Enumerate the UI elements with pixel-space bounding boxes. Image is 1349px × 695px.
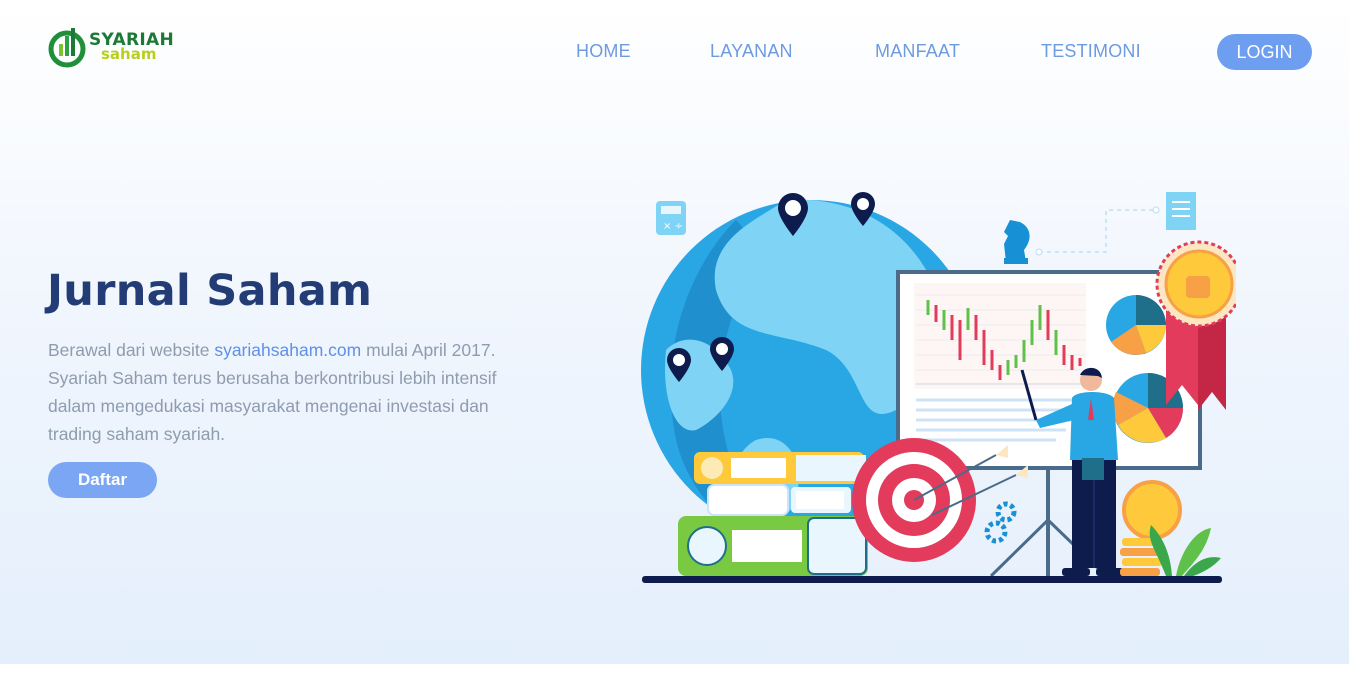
calculator-icon: × ÷ — [656, 201, 686, 235]
hero-section: SYARIAH saham HOME LAYANAN MANFAAT TESTI… — [0, 0, 1349, 664]
chess-knight-icon — [1004, 220, 1030, 264]
login-button[interactable]: LOGIN — [1217, 34, 1312, 70]
logo-word-saham: saham — [101, 45, 157, 63]
nav-testimoni[interactable]: TESTIMONI — [1041, 41, 1141, 62]
svg-text:× ÷: × ÷ — [663, 221, 683, 232]
nav-home[interactable]: HOME — [576, 41, 631, 62]
website-link[interactable]: syariahsaham.com — [214, 340, 361, 360]
logo-mark-icon — [48, 28, 86, 68]
hero-description: Berawal dari website syariahsaham.com mu… — [48, 336, 538, 448]
desc-text-before: Berawal dari website — [48, 340, 215, 360]
medal-icon — [1155, 240, 1236, 410]
gear-icon — [984, 501, 1017, 544]
brand-logo[interactable]: SYARIAH saham — [48, 22, 188, 72]
hero-illustration: × ÷ — [641, 192, 1236, 583]
nav-layanan[interactable]: LAYANAN — [710, 41, 793, 62]
hero-title: Jurnal Saham — [47, 266, 373, 316]
nav-manfaat[interactable]: MANFAAT — [875, 41, 960, 62]
document-icon — [1166, 192, 1196, 230]
daftar-button[interactable]: Daftar — [48, 462, 157, 498]
